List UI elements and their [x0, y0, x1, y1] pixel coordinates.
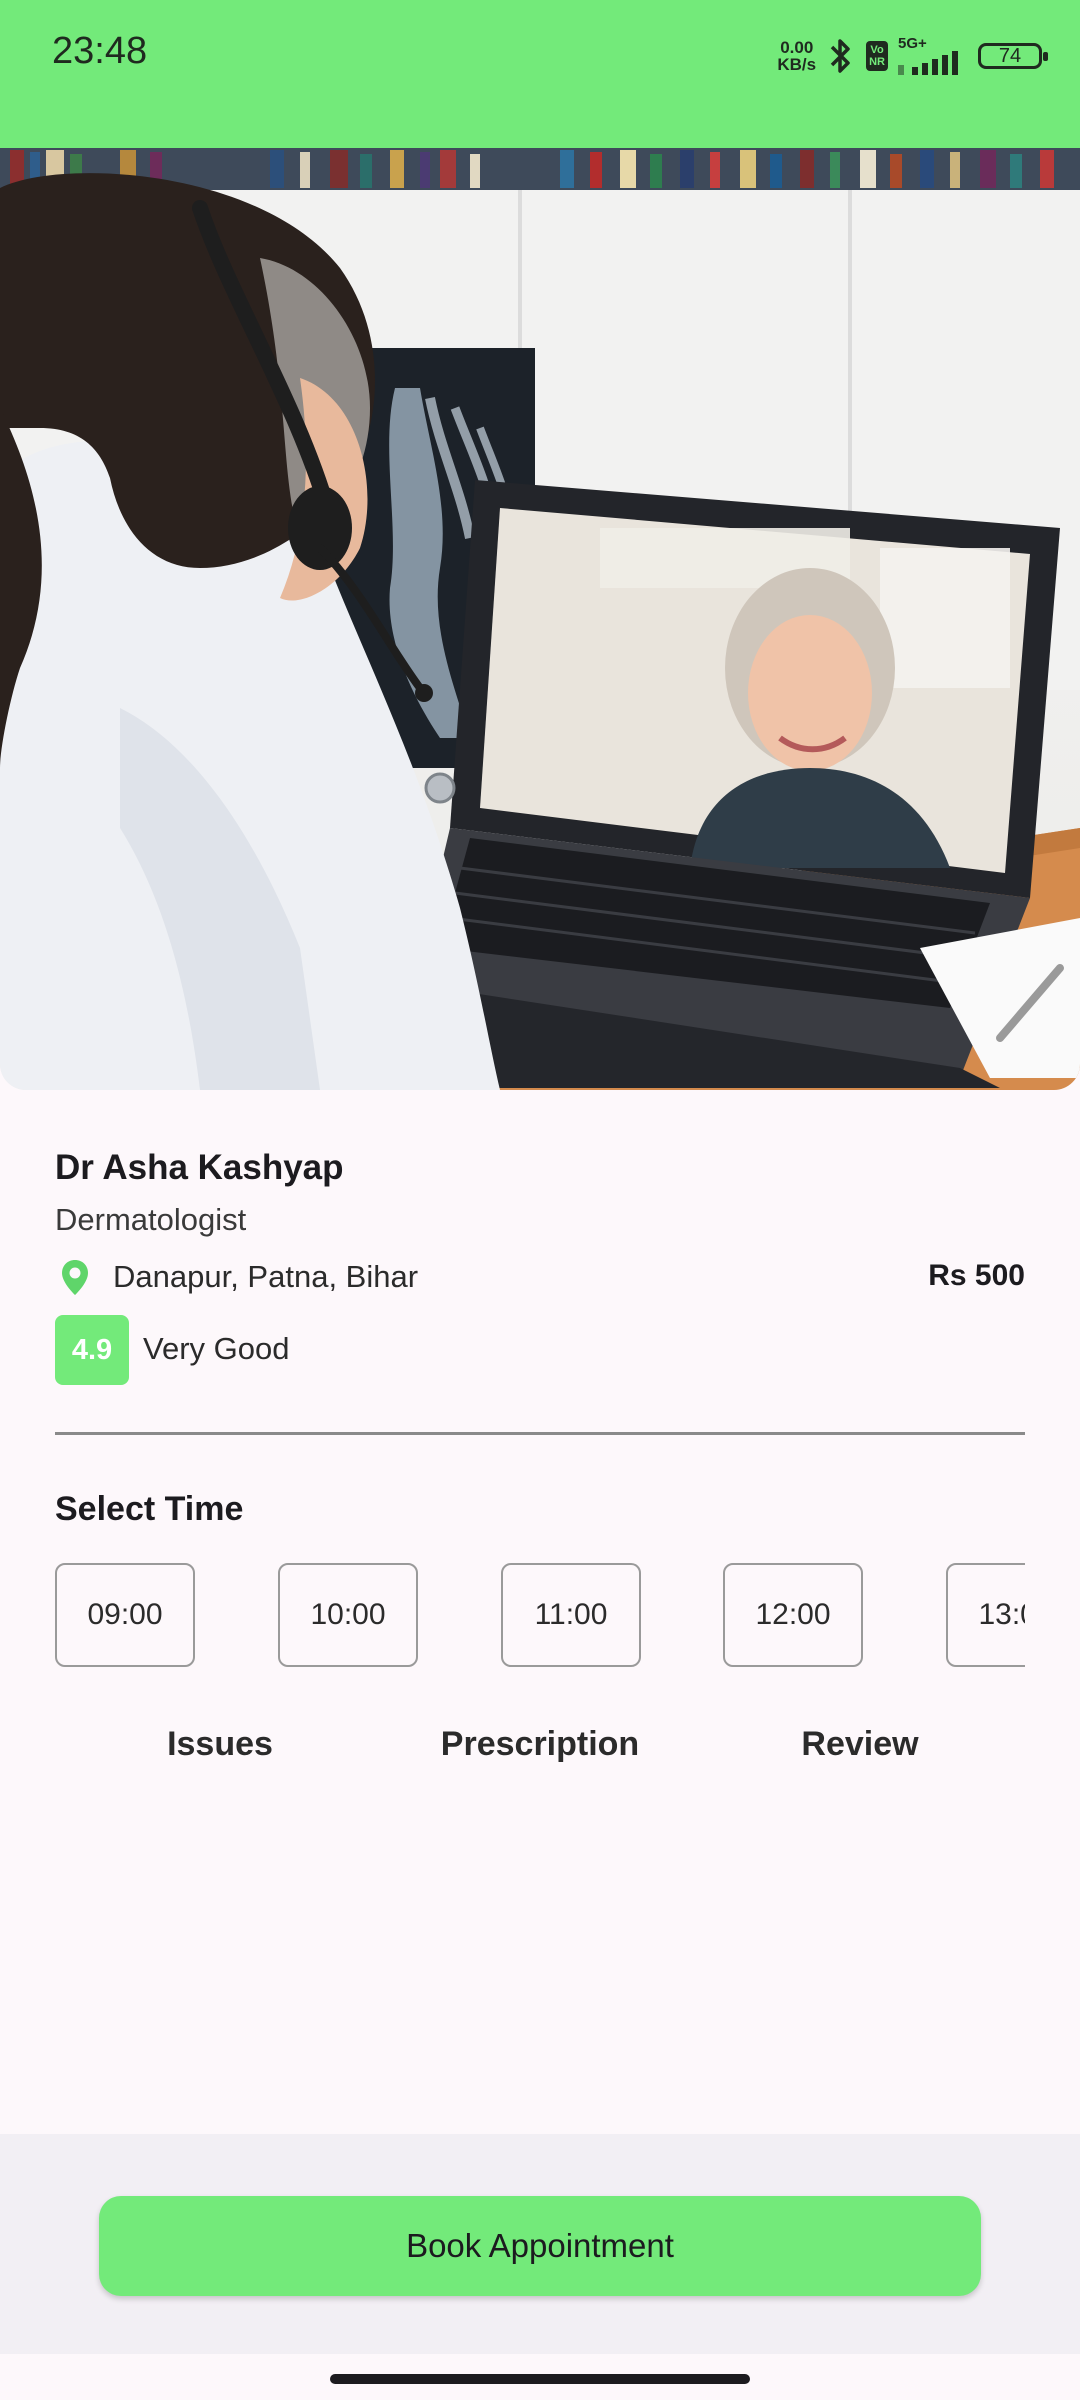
detail-tabs: Issues Prescription Review: [0, 1725, 1080, 1775]
bluetooth-icon: [830, 39, 850, 73]
doctor-location: Danapur, Patna, Bihar: [113, 1259, 419, 1294]
time-slot-list[interactable]: 09:00 10:00 11:00 12:00 13:00: [55, 1563, 1025, 1667]
home-indicator[interactable]: [330, 2374, 750, 2384]
status-icons: 0.00 KB/s Vo NR 5G+ 74: [777, 34, 1048, 78]
signal-icon: [898, 51, 958, 75]
doctor-specialty: Dermatologist: [55, 1202, 247, 1237]
divider: [55, 1432, 1025, 1435]
location-row: Danapur, Patna, Bihar Rs 500: [55, 1255, 1025, 1301]
time-slot-1100[interactable]: 11:00: [501, 1563, 641, 1667]
volte-badge: Vo NR: [866, 41, 888, 71]
time-slot-1000[interactable]: 10:00: [278, 1563, 418, 1667]
tab-review[interactable]: Review: [801, 1725, 918, 1764]
book-appointment-button[interactable]: Book Appointment: [99, 2196, 981, 2296]
tab-prescription[interactable]: Prescription: [441, 1725, 639, 1764]
doctor-name: Dr Asha Kashyap: [55, 1148, 344, 1187]
time-slot-1200[interactable]: 12:00: [723, 1563, 863, 1667]
network-indicator: 5G+: [898, 36, 968, 75]
battery-icon: 74: [978, 43, 1048, 69]
time-slot-0900[interactable]: 09:00: [55, 1563, 195, 1667]
doctor-video-consultation-illustration: [0, 148, 1080, 1090]
select-time-heading: Select Time: [55, 1490, 244, 1528]
status-time: 23:48: [52, 30, 148, 72]
doctor-hero-image: [0, 148, 1080, 1090]
rating-badge: 4.9: [55, 1315, 129, 1385]
location-pin-icon: [62, 1260, 88, 1295]
status-bar: 23:48 0.00 KB/s Vo NR 5G+ 74: [0, 0, 1080, 148]
tab-issues[interactable]: Issues: [167, 1725, 273, 1764]
time-slot-1300[interactable]: 13:00: [946, 1563, 1025, 1667]
consultation-fee: Rs 500: [928, 1259, 1025, 1292]
net-speed: 0.00 KB/s: [777, 38, 817, 74]
rating-label: Very Good: [143, 1331, 290, 1366]
